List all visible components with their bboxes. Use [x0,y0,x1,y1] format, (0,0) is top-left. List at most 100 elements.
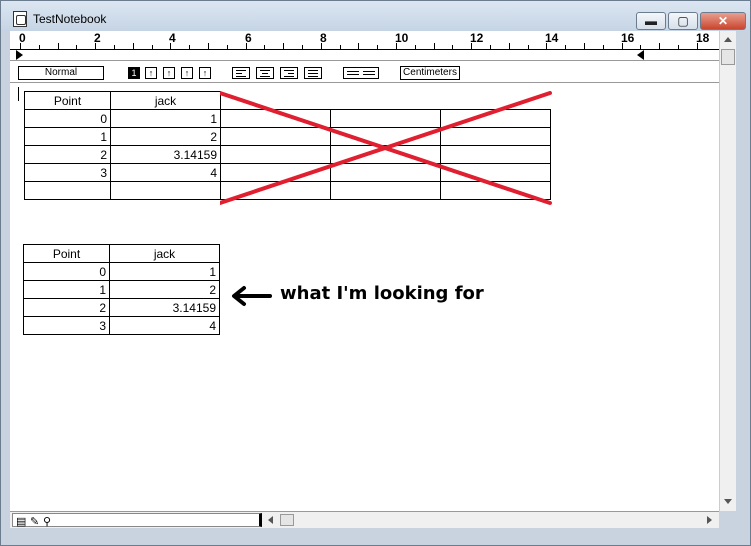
table-cell[interactable]: 1 [23,280,110,299]
ruler-tick [152,45,153,49]
window-title: TestNotebook [33,12,107,26]
spacing-button-1[interactable]: 1 [128,67,140,79]
title-bar[interactable]: TestNotebook ▬ ▢ ✕ [1,1,750,31]
ruler-tick [189,45,190,49]
pencil-icon[interactable]: ✎ [30,515,39,528]
ruler-tick [39,45,40,49]
header-cell[interactable]: Point [24,91,111,110]
table-cell[interactable]: 3.14159 [109,298,220,317]
magnifier-icon[interactable]: ⚲ [43,515,51,528]
table-cell[interactable]: 0 [23,262,110,281]
table-target[interactable]: Point jack 0 1 1 2 2 3.14159 3 4 [23,244,220,335]
page-icon[interactable]: ▤ [16,515,26,528]
ruler-tick [415,45,416,49]
spacing-button-3[interactable]: ↑ [163,67,175,79]
ruler-tick [640,45,641,49]
ruler-tick [490,45,491,49]
units-select[interactable]: Centimeters [400,66,460,80]
ruler-number: 16 [621,31,635,45]
left-margin-marker[interactable] [16,50,23,60]
minimize-button[interactable]: ▬ [636,12,666,30]
ruler-tick [509,43,510,49]
ruler-tick [133,43,134,49]
columns-button[interactable] [343,67,379,79]
ruler-number: 6 [245,31,252,45]
ruler-number: 4 [169,31,176,45]
ruler-tick [114,45,115,49]
ruler-number: 2 [94,31,101,45]
align-right-button[interactable] [280,67,298,79]
table-cell[interactable] [110,181,221,200]
ruler-tick [58,43,59,49]
table-row: 2 3.14159 [23,298,220,317]
format-toolbar: Normal 1 ↑ ↑ ↑ ↑ Centimeters [10,61,719,83]
table-cell[interactable]: 3 [24,163,111,182]
ruler[interactable]: 0 2 4 6 8 10 12 14 16 18 [10,31,719,61]
ruler-number: 18 [696,31,710,45]
table-cell[interactable]: 1 [24,127,111,146]
table-cell[interactable] [24,181,111,200]
ruler-tick [659,43,660,49]
table-header-row: Point jack [23,244,220,263]
ruler-tick [528,45,529,49]
ruler-baseline [10,49,719,50]
scroll-thumb[interactable] [721,49,735,65]
notebook-icon [13,11,27,27]
align-center-button[interactable] [256,67,274,79]
ruler-number: 10 [395,31,409,45]
ruler-number: 0 [19,31,26,45]
table-cell[interactable]: 4 [110,163,221,182]
table-cell[interactable]: 1 [109,262,220,281]
spacing-button-2[interactable]: ↑ [145,67,157,79]
scroll-down-icon[interactable] [724,499,732,504]
notebook-content[interactable]: Point jack 0 1 1 2 2 3.14159 3 4 Point j… [10,83,719,511]
table-cell[interactable]: 2 [24,145,111,164]
status-field[interactable]: ▤ ✎ ⚲ [12,513,262,528]
text-cursor [18,87,19,101]
ruler-tick [452,45,453,49]
header-cell[interactable]: jack [109,244,220,263]
scroll-left-icon[interactable] [268,516,273,524]
ruler-number: 8 [320,31,327,45]
table-cell[interactable]: 1 [110,109,221,128]
scroll-right-icon[interactable] [707,516,712,524]
left-arrow-icon [232,286,272,306]
scroll-up-icon[interactable] [724,37,732,42]
spacing-button-4[interactable]: ↑ [181,67,193,79]
header-cell[interactable]: jack [110,91,221,110]
ruler-tick [302,45,303,49]
ruler-number: 14 [545,31,559,45]
ruler-tick [434,43,435,49]
ruler-tick [377,45,378,49]
notebook-window: TestNotebook ▬ ▢ ✕ 0 2 4 6 8 10 12 14 16 18 Norma… [0,0,751,546]
header-cell[interactable]: Point [23,244,110,263]
ruler-tick [340,45,341,49]
align-justify-button[interactable] [304,67,322,79]
maximize-button[interactable]: ▢ [668,12,698,30]
table-cell[interactable]: 3 [23,316,110,335]
style-select[interactable]: Normal [18,66,104,80]
ruler-tick [358,43,359,49]
vertical-scrollbar[interactable] [719,31,736,511]
red-cross-mark [220,91,552,205]
table-cell[interactable]: 4 [109,316,220,335]
horizontal-scroll-thumb[interactable] [280,514,294,526]
table-cell[interactable]: 2 [23,298,110,317]
table-cell[interactable]: 2 [110,127,221,146]
ruler-tick [678,45,679,49]
table-cell[interactable]: 0 [24,109,111,128]
table-row: 3 4 [23,316,220,335]
ruler-tick [208,43,209,49]
right-margin-marker[interactable] [637,50,644,60]
ruler-number: 12 [470,31,484,45]
spacing-button-5[interactable]: ↑ [199,67,211,79]
ruler-tick [603,45,604,49]
table-cell[interactable]: 3.14159 [110,145,221,164]
ruler-tick [264,45,265,49]
align-left-button[interactable] [232,67,250,79]
ruler-tick [565,45,566,49]
annotation-text: what I'm looking for [280,283,484,304]
close-button[interactable]: ✕ [700,12,746,30]
ruler-tick [227,45,228,49]
table-cell[interactable]: 2 [109,280,220,299]
